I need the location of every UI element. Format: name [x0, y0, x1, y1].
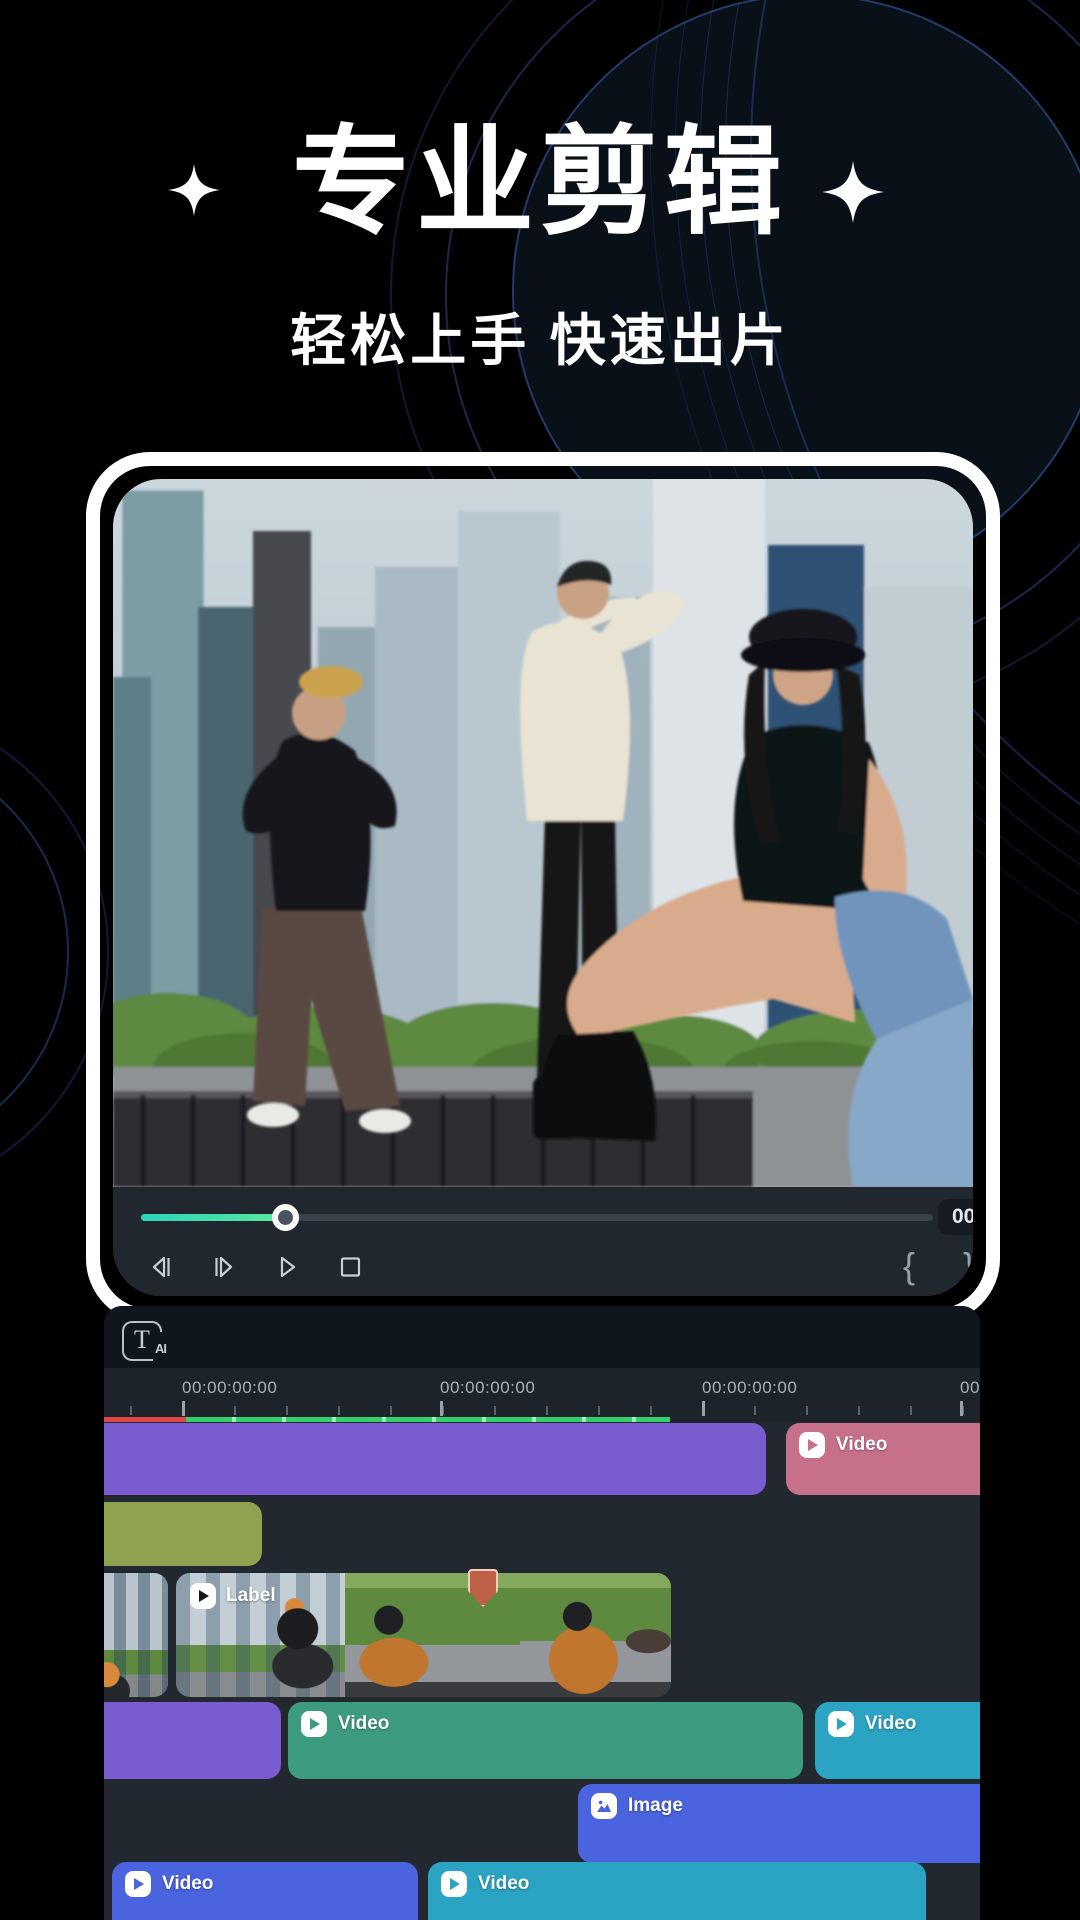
- ruler-ticks: [104, 1406, 980, 1415]
- ruler-major-tick: [182, 1401, 185, 1416]
- filmstrip-frame: [520, 1573, 671, 1697]
- play-badge-icon: [799, 1432, 825, 1458]
- clip-label: Video: [478, 1873, 529, 1895]
- sparkle-icon: [168, 152, 220, 228]
- timeline-toolbar: T AI: [104, 1306, 980, 1368]
- keyframe-bracket-close[interactable]: }: [963, 1245, 973, 1287]
- previous-frame-button[interactable]: [148, 1254, 174, 1280]
- clip-label: Video: [162, 1873, 213, 1895]
- purple-clip[interactable]: [104, 1423, 766, 1495]
- sparkle-icon: [822, 148, 884, 236]
- ruler-progress-red: [104, 1417, 186, 1422]
- clip-label: Video: [338, 1713, 389, 1735]
- purple-clip[interactable]: [104, 1702, 281, 1779]
- progress-slider[interactable]: [141, 1214, 933, 1221]
- blue-video-clip[interactable]: Video: [112, 1862, 418, 1920]
- play-badge-icon: [301, 1711, 327, 1737]
- filmstrip-frame: [104, 1573, 168, 1697]
- play-badge-icon: [828, 1711, 854, 1737]
- timecode-display: 00:: [938, 1199, 973, 1235]
- timecode-label: 00:00:00:00: [440, 1378, 535, 1398]
- play-badge-icon: [441, 1871, 467, 1897]
- play-badge-icon: [125, 1871, 151, 1897]
- play-button[interactable]: [274, 1254, 300, 1280]
- ruler-progress-green: [186, 1417, 670, 1422]
- timeline-panel: T AI 00:00:00:00 00:00:00:00 00:00:00:00…: [104, 1306, 980, 1920]
- ruler-major-tick: [702, 1401, 705, 1416]
- teal-video-clip[interactable]: Video: [288, 1702, 803, 1779]
- timeline-ruler[interactable]: 00:00:00:00 00:00:00:00 00:00:00:00 00:: [104, 1368, 980, 1422]
- player-control-bar: 00: { }: [113, 1187, 973, 1296]
- timecode-label: 00:00:00:00: [702, 1378, 797, 1398]
- ruler-major-tick: [440, 1401, 443, 1416]
- timecode-label: 00:: [960, 1378, 980, 1398]
- progress-thumb[interactable]: [272, 1204, 299, 1231]
- keyframe-bracket-open[interactable]: {: [903, 1245, 915, 1287]
- olive-clip[interactable]: [104, 1502, 262, 1566]
- filmstrip-label-clip[interactable]: Label: [176, 1573, 671, 1697]
- image-clip[interactable]: Image: [578, 1784, 980, 1863]
- ai-text-tool-t: T: [134, 1325, 150, 1354]
- image-badge-icon: [591, 1793, 617, 1819]
- next-frame-button[interactable]: [211, 1254, 237, 1280]
- ai-text-tool-ai: AI: [153, 1332, 168, 1366]
- clip-label: Video: [865, 1713, 916, 1735]
- background-arc-line: [0, 745, 69, 1159]
- cyan-video-clip[interactable]: Video: [428, 1862, 926, 1920]
- page-subtitle: 轻松上手 快速出片: [0, 296, 1080, 377]
- pink-video-clip[interactable]: Video: [786, 1423, 980, 1495]
- play-badge-icon: [190, 1583, 216, 1609]
- cyan-video-clip[interactable]: Video: [815, 1702, 980, 1779]
- stop-button[interactable]: [337, 1254, 363, 1280]
- filmstrip-clip[interactable]: [104, 1573, 168, 1697]
- clip-label: Label: [226, 1585, 276, 1607]
- ruler-major-tick: [960, 1401, 963, 1416]
- clip-label: Image: [628, 1795, 683, 1817]
- page-title: 专业剪辑: [0, 86, 1080, 257]
- progress-fill: [141, 1214, 285, 1221]
- video-player-card: 00: { }: [86, 452, 1000, 1323]
- timecode-label: 00:00:00:00: [182, 1378, 277, 1398]
- ai-text-tool-icon[interactable]: T AI: [122, 1321, 162, 1361]
- video-preview-image: [113, 479, 973, 1187]
- clip-label: Video: [836, 1434, 887, 1456]
